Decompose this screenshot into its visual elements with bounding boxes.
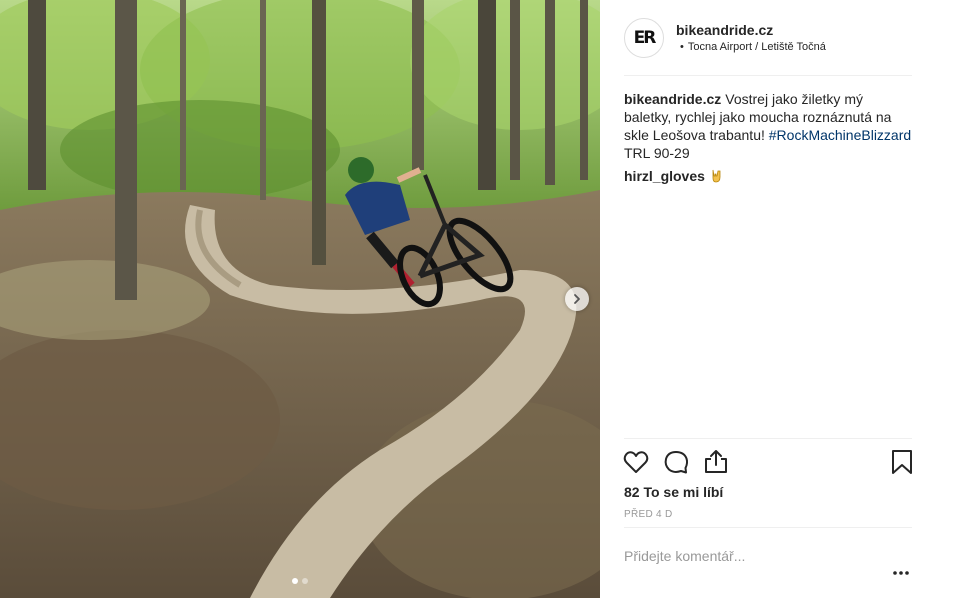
share-button[interactable] (702, 448, 730, 476)
chevron-right-icon (574, 294, 580, 304)
divider (624, 527, 912, 528)
post-caption: bikeandride.cz Vostrej jako žiletky mý ba… (624, 90, 914, 162)
post-photo[interactable] (0, 0, 600, 598)
post-time[interactable]: PŘED 4 D (624, 509, 673, 520)
comment-item: hirzl_gloves (624, 168, 723, 184)
horns-hand-icon (712, 169, 721, 183)
bullet-icon: • (680, 41, 684, 53)
carousel-indicator (0, 578, 600, 584)
comment-button[interactable] (662, 448, 690, 476)
save-button[interactable] (888, 448, 916, 476)
post-header: ER bikeandride.cz • Tocna Airport / Letiš… (624, 16, 912, 76)
author-username[interactable]: bikeandride.cz (676, 22, 773, 38)
post-location[interactable]: • Tocna Airport / Letiště Točná (680, 41, 826, 53)
avatar-logo-text: ER (633, 28, 657, 48)
forest-photo (0, 0, 600, 598)
caption-hashtag[interactable]: #RockMachineBlizzard (769, 127, 911, 143)
caption-username[interactable]: bikeandride.cz (624, 91, 721, 107)
bookmark-icon (892, 450, 912, 474)
comment-username[interactable]: hirzl_gloves (624, 168, 705, 184)
more-icon (893, 571, 909, 575)
likes-count[interactable]: 82 To se mi líbí (624, 484, 723, 500)
carousel-dot (302, 578, 308, 584)
action-bar (622, 448, 914, 476)
heart-icon (623, 451, 649, 473)
add-comment-input[interactable]: Přidejte komentář... (624, 548, 884, 564)
avatar[interactable]: ER (624, 18, 664, 58)
location-label: Tocna Airport / Letiště Točná (687, 41, 826, 53)
next-photo-button[interactable] (565, 287, 589, 311)
divider (624, 438, 912, 439)
like-button[interactable] (622, 448, 650, 476)
more-options-button[interactable] (890, 566, 912, 578)
carousel-dot (292, 578, 298, 584)
share-icon (705, 450, 727, 473)
caption-text-after: TRL 90-29 (624, 145, 690, 161)
comment-icon (664, 451, 689, 474)
